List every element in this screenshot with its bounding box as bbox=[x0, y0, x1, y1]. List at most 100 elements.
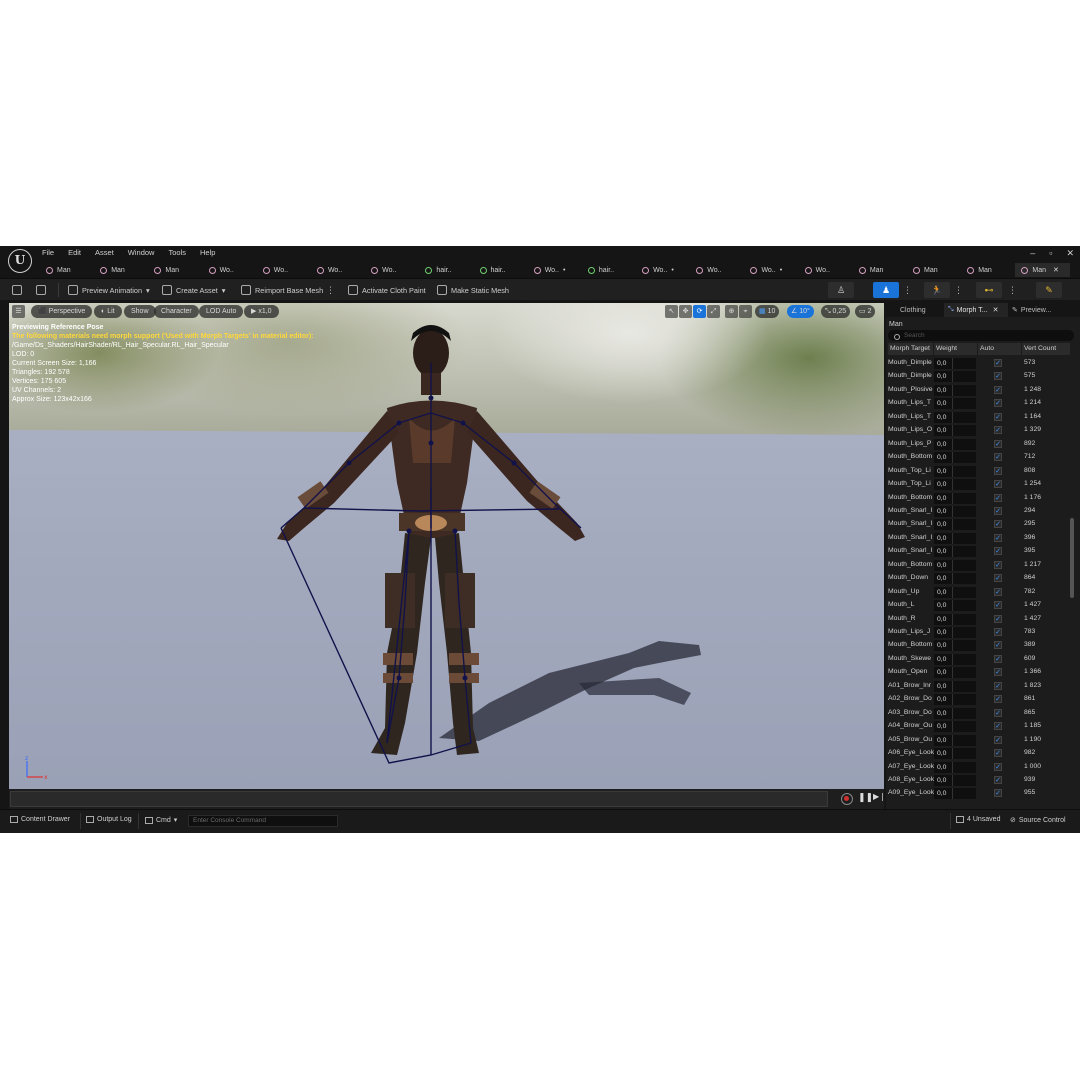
morph-weight-field[interactable]: 0,0 bbox=[934, 492, 976, 504]
morph-target-row[interactable]: A05_Brow_Ou 0,0 ✓ 1 190 bbox=[888, 734, 1070, 747]
menu-file[interactable]: File bbox=[42, 248, 54, 257]
morph-weight-field[interactable]: 0,0 bbox=[934, 559, 976, 571]
auto-checkbox[interactable]: ✓ bbox=[994, 735, 1002, 744]
morph-target-row[interactable]: A02_Brow_Do 0,0 ✓ 861 bbox=[888, 693, 1070, 706]
morph-weight-field[interactable]: 0,0 bbox=[934, 479, 976, 491]
document-tab[interactable]: Man bbox=[94, 263, 148, 277]
translate-mode-icon[interactable]: ✥ bbox=[679, 305, 692, 318]
animation-options-icon[interactable]: ⋮ bbox=[954, 282, 963, 298]
auto-checkbox[interactable]: ✓ bbox=[994, 695, 1002, 704]
document-tab[interactable]: Man bbox=[148, 263, 202, 277]
save-button[interactable] bbox=[12, 282, 22, 298]
auto-checkbox[interactable]: ✓ bbox=[994, 533, 1002, 542]
morph-target-row[interactable]: Mouth_Dimple 0,0 ✓ 575 bbox=[888, 370, 1070, 383]
morph-target-row[interactable]: Mouth_Down 0,0 ✓ 864 bbox=[888, 572, 1070, 585]
morph-target-row[interactable]: Mouth_Bottom 0,0 ✓ 1 176 bbox=[888, 492, 1070, 505]
morph-target-row[interactable]: Mouth_L 0,0 ✓ 1 427 bbox=[888, 599, 1070, 612]
morph-weight-field[interactable]: 0,0 bbox=[934, 438, 976, 450]
morph-weight-field[interactable]: 0,0 bbox=[934, 411, 976, 423]
morph-weight-field[interactable]: 0,0 bbox=[934, 452, 976, 464]
morph-weight-field[interactable]: 0,0 bbox=[934, 774, 976, 786]
step-forward-icon[interactable]: ▶❘ bbox=[873, 792, 886, 801]
document-tab[interactable]: Man bbox=[907, 263, 961, 277]
viewport[interactable]: ☰ ⬛ Perspective ◐ Lit Show Character LOD… bbox=[9, 303, 884, 789]
morph-target-row[interactable]: Mouth_Top_Li 0,0 ✓ 1 254 bbox=[888, 478, 1070, 491]
auto-checkbox[interactable]: ✓ bbox=[994, 628, 1002, 636]
morph-weight-field[interactable]: 0,0 bbox=[934, 425, 976, 437]
auto-checkbox[interactable]: ✓ bbox=[994, 385, 1002, 394]
auto-checkbox[interactable]: ✓ bbox=[994, 668, 1002, 677]
preview-animation-button[interactable]: Preview Animation ▾ bbox=[68, 282, 150, 298]
morph-target-row[interactable]: Mouth_Bottom 0,0 ✓ 712 bbox=[888, 451, 1070, 464]
morph-weight-field[interactable]: 0,0 bbox=[934, 384, 976, 396]
column-vert-count[interactable]: Vert Count bbox=[1022, 343, 1070, 355]
document-tab[interactable]: Man bbox=[40, 263, 94, 277]
morph-target-row[interactable]: Mouth_Lips_T 0,0 ✓ 1 164 bbox=[888, 411, 1070, 424]
auto-checkbox[interactable]: ✓ bbox=[994, 762, 1002, 771]
morph-weight-field[interactable]: 0,0 bbox=[934, 788, 976, 800]
minimize-icon[interactable]: – bbox=[1030, 248, 1035, 259]
column-morph-target[interactable]: Morph Target bbox=[888, 343, 934, 355]
morph-target-row[interactable]: Mouth_Lips_T 0,0 ✓ 1 214 bbox=[888, 397, 1070, 410]
morph-weight-field[interactable]: 0,0 bbox=[934, 707, 976, 719]
auto-checkbox[interactable]: ✓ bbox=[994, 426, 1002, 435]
morph-weight-field[interactable]: 0,0 bbox=[934, 627, 976, 638]
reimport-options-icon[interactable]: ⋮ bbox=[326, 282, 335, 298]
morph-weight-field[interactable]: 0,0 bbox=[934, 748, 976, 760]
world-local-icon[interactable]: ⊕ bbox=[725, 305, 738, 318]
morph-target-row[interactable]: Mouth_Bottom 0,0 ✓ 389 bbox=[888, 639, 1070, 652]
scrollbar[interactable] bbox=[1070, 518, 1074, 598]
morph-target-row[interactable]: Mouth_Dimple 0,0 ✓ 573 bbox=[888, 357, 1070, 370]
document-tab[interactable]: Wo.. bbox=[203, 263, 257, 277]
document-tab[interactable]: Wo.. bbox=[257, 263, 311, 277]
character-button[interactable]: Character bbox=[154, 305, 199, 318]
menu-window[interactable]: Window bbox=[128, 248, 155, 257]
auto-checkbox[interactable]: ✓ bbox=[994, 412, 1002, 421]
grid-snap-button[interactable]: ▦ 10 bbox=[755, 305, 780, 318]
show-button[interactable]: Show bbox=[124, 305, 156, 318]
source-control-button[interactable]: ⊘ Source Control bbox=[1010, 816, 1066, 825]
morph-target-row[interactable]: Mouth_Bottom 0,0 ✓ 1 217 bbox=[888, 559, 1070, 572]
column-auto[interactable]: Auto bbox=[978, 343, 1022, 355]
select-mode-icon[interactable]: ↖ bbox=[665, 305, 678, 318]
document-tab[interactable]: Man bbox=[853, 263, 907, 277]
blueprint-mode-button[interactable]: ⊷ bbox=[976, 282, 1002, 298]
document-tab[interactable]: Man bbox=[961, 263, 1015, 277]
morph-weight-field[interactable]: 0,0 bbox=[934, 505, 976, 517]
morph-weight-field[interactable]: 0,0 bbox=[934, 532, 976, 544]
surface-snap-icon[interactable]: ⌖ bbox=[739, 305, 752, 318]
morph-target-row[interactable]: Mouth_R 0,0 ✓ 1 427 bbox=[888, 613, 1070, 626]
morph-weight-field[interactable]: 0,0 bbox=[934, 586, 976, 598]
animation-mode-button[interactable]: 🏃 bbox=[924, 282, 950, 298]
cmd-dropdown[interactable]: Cmd ▾ bbox=[145, 816, 177, 824]
document-tab[interactable]: Wo.. • bbox=[744, 263, 798, 277]
reimport-base-mesh-button[interactable]: Reimport Base Mesh bbox=[241, 282, 323, 298]
morph-target-row[interactable]: Mouth_Open 0,0 ✓ 1 366 bbox=[888, 666, 1070, 679]
blueprint-options-icon[interactable]: ⋮ bbox=[1008, 282, 1017, 298]
morph-search-input[interactable]: Search bbox=[888, 330, 1074, 341]
tab-preview[interactable]: ✎ Preview... bbox=[1008, 303, 1078, 317]
morph-target-row[interactable]: Mouth_Lips_P 0,0 ✓ 892 bbox=[888, 438, 1070, 451]
morph-target-row[interactable]: Mouth_Skewe 0,0 ✓ 609 bbox=[888, 653, 1070, 666]
morph-target-row[interactable]: Mouth_Snarl_I 0,0 ✓ 395 bbox=[888, 545, 1070, 558]
morph-target-row[interactable]: A03_Brow_Do 0,0 ✓ 865 bbox=[888, 707, 1070, 720]
menu-asset[interactable]: Asset bbox=[95, 248, 114, 257]
menu-tools[interactable]: Tools bbox=[168, 248, 186, 257]
morph-target-row[interactable]: A07_Eye_Look 0,0 ✓ 1 000 bbox=[888, 761, 1070, 774]
document-tab[interactable]: Wo.. bbox=[690, 263, 744, 277]
morph-target-row[interactable]: A01_Brow_Inr 0,0 ✓ 1 823 bbox=[888, 680, 1070, 693]
morph-target-row[interactable]: A09_Eye_Look 0,0 ✓ 955 bbox=[888, 787, 1070, 800]
document-tab[interactable]: Man ✕ bbox=[1015, 263, 1070, 277]
auto-checkbox[interactable]: ✓ bbox=[994, 372, 1002, 381]
record-button[interactable] bbox=[841, 793, 853, 805]
morph-target-row[interactable]: A08_Eye_Look 0,0 ✓ 939 bbox=[888, 774, 1070, 787]
morph-weight-field[interactable]: 0,0 bbox=[934, 694, 976, 706]
unsaved-button[interactable]: 4 Unsaved bbox=[956, 816, 1000, 823]
scale-snap-button[interactable]: ⤡ 0,25 bbox=[821, 305, 851, 318]
morph-weight-field[interactable]: 0,0 bbox=[934, 371, 976, 383]
auto-checkbox[interactable]: ✓ bbox=[994, 506, 1002, 515]
morph-weight-field[interactable]: 0,0 bbox=[934, 734, 976, 746]
auto-checkbox[interactable]: ✓ bbox=[994, 493, 1002, 502]
morph-target-row[interactable]: Mouth_Top_Li 0,0 ✓ 808 bbox=[888, 465, 1070, 478]
pause-icon[interactable]: ❚❚ bbox=[858, 792, 873, 803]
